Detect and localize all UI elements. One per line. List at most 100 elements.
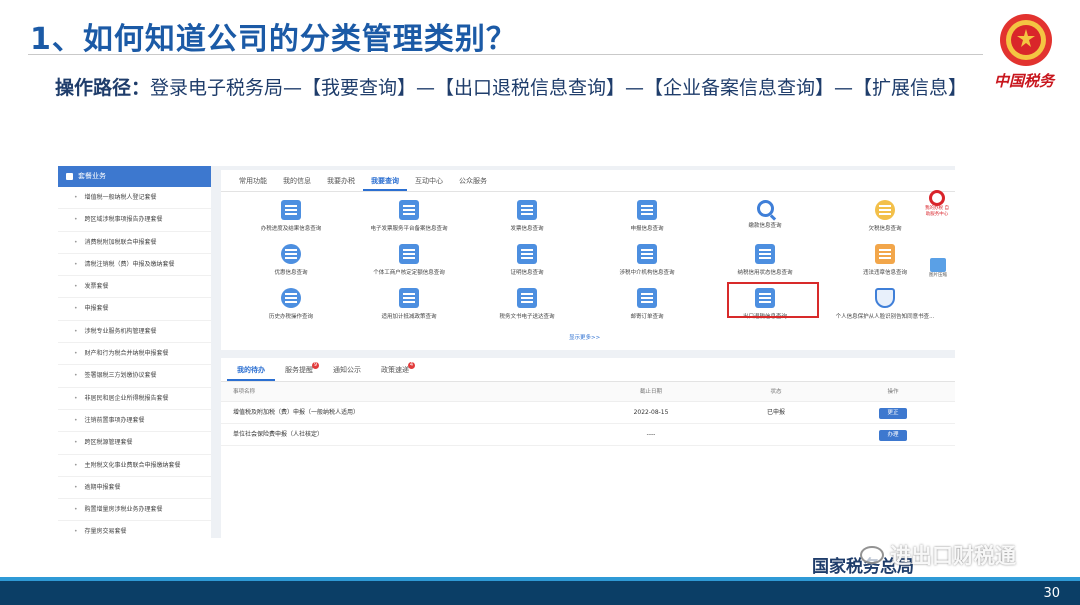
query-item[interactable]: 申报信息查询 xyxy=(587,200,707,240)
sidebar-item[interactable]: 涉税专业服务机构管理套餐 xyxy=(58,321,211,344)
query-item[interactable]: 电子发票服务平台备案信息查询 xyxy=(349,200,469,240)
table-row: 单位社会保险费申报（人社核定） ---- 办理 xyxy=(221,424,955,446)
query-item[interactable]: 发票信息查询 xyxy=(467,200,587,240)
self-service-label: 我的办税 自助服务中心 xyxy=(925,206,949,217)
sidebar-item[interactable]: 非居民和居企业所得税报告套餐 xyxy=(58,388,211,410)
query-item[interactable]: 优惠信息查询 xyxy=(231,244,351,284)
query-item-label: 适用加计抵减政策查询 xyxy=(381,314,437,320)
history-icon xyxy=(281,288,301,308)
query-item-label: 个人信息保护从人脸识别告知同意书查... xyxy=(835,314,935,320)
wechat-icon xyxy=(860,546,884,564)
sidebar-item[interactable]: 跨区域涉税事项报告办理套餐 xyxy=(58,209,211,232)
notification-badge: 4 xyxy=(408,362,415,369)
todo-tab-label: 我的待办 xyxy=(237,366,265,374)
query-item[interactable]: 证明信息查询 xyxy=(467,244,587,284)
col-name: 事项名称 xyxy=(233,389,256,395)
todo-tab[interactable]: 政策速递 4 xyxy=(371,358,419,381)
query-panel: 常用功能 我的信息 我要办税 我要查询 互动中心 公众服务 办税进度及结果信息查询 电子发票… xyxy=(221,170,955,350)
search-icon xyxy=(756,200,774,217)
query-item-label: 优惠信息查询 xyxy=(274,270,308,276)
operation-path: 操作路径：登录电子税务局—【我要查询】—【出口退税信息查询】—【企业备案信息查询… xyxy=(55,68,990,108)
query-item-label: 税务文书电子送达查询 xyxy=(499,314,555,320)
sidebar-item[interactable]: 消费税附加税联合申报套餐 xyxy=(58,232,211,254)
declare-icon xyxy=(637,200,657,220)
todo-tab[interactable]: 通知公示 xyxy=(323,358,371,381)
query-item[interactable]: 办税进度及结果信息查询 xyxy=(231,200,351,240)
sidebar-item[interactable]: 财产和行为税合并纳税申报套餐 xyxy=(58,343,211,366)
query-item[interactable]: 个体工商户核定定额信息查询 xyxy=(349,244,469,284)
query-item[interactable]: 历史办税操作查询 xyxy=(231,288,351,328)
violation-icon xyxy=(875,244,895,264)
todo-tab-label: 服务提醒 xyxy=(285,366,313,374)
self-service-logo[interactable]: 我的办税 自助服务中心 xyxy=(925,190,949,218)
sidebar-item[interactable]: 清税注销税（费）申报及缴纳套餐 xyxy=(58,254,211,277)
tab-item[interactable]: 常用功能 xyxy=(231,170,275,191)
sidebar-item[interactable]: 主附税文化事业费联合申报缴纳套餐 xyxy=(58,455,211,477)
sidebar-header[interactable]: 套餐业务 xyxy=(58,166,211,187)
main-content: 常用功能 我的信息 我要办税 我要查询 互动中心 公众服务 办税进度及结果信息查询 电子发票… xyxy=(221,170,955,538)
sidebar-item[interactable]: 发票套餐 xyxy=(58,276,211,299)
todo-tab-label: 政策速递 xyxy=(381,366,409,374)
policy-icon xyxy=(399,288,419,308)
image-compress-tool[interactable]: 图片压缩 xyxy=(927,258,949,278)
document-icon xyxy=(517,288,537,308)
tab-query-active[interactable]: 我要查询 xyxy=(363,170,407,191)
watermark-text: 进出口财税通 xyxy=(890,544,1016,568)
row-status: 已申报 xyxy=(766,409,785,416)
sidebar-item[interactable]: 购置增量房涉税业务办理套餐 xyxy=(58,499,211,522)
slide-title: 1、如何知道公司的分类管理类别？ xyxy=(30,22,517,57)
sidebar-item[interactable]: 逾期申报套餐 xyxy=(58,477,211,500)
image-compress-label: 图片压缩 xyxy=(929,273,947,278)
path-steps: 登录电子税务局—【我要查询】—【出口退税信息查询】—【企业备案信息查询】—【扩展… xyxy=(150,77,968,99)
sidebar-item[interactable]: 存量房交易套餐 xyxy=(58,521,211,538)
sidebar-item[interactable]: 跨区税源管理套餐 xyxy=(58,432,211,455)
col-action: 操作 xyxy=(887,389,899,395)
todo-tab[interactable]: 服务提醒 9 xyxy=(275,358,323,381)
credit-icon xyxy=(755,244,775,264)
invoice-search-icon xyxy=(517,200,537,220)
notification-badge: 9 xyxy=(312,362,319,369)
invoice-icon xyxy=(399,200,419,220)
quota-icon xyxy=(399,244,419,264)
col-deadline: 截止日期 xyxy=(639,389,662,395)
todo-panel: 我的待办 服务提醒 9 通知公示 政策速递 4 事项名称 截止日期 状态 操作 增值税及附… xyxy=(221,358,955,538)
progress-icon xyxy=(281,200,301,220)
tab-item[interactable]: 互动中心 xyxy=(407,170,451,191)
self-service-icon xyxy=(929,190,945,206)
row-action-cell: 办理 xyxy=(831,424,955,445)
query-item[interactable]: 个人信息保护从人脸识别告知同意书查... xyxy=(825,288,945,328)
query-item[interactable]: 税务文书电子送达查询 xyxy=(467,288,587,328)
row-action-button[interactable]: 办理 xyxy=(879,430,907,441)
national-emblem-icon xyxy=(1000,14,1052,66)
sidebar-item[interactable]: 增值税一般纳税人登记套餐 xyxy=(58,187,211,210)
query-item-label: 申报信息查询 xyxy=(630,226,664,232)
top-tab-bar: 常用功能 我的信息 我要办税 我要查询 互动中心 公众服务 xyxy=(221,170,955,192)
sidebar-header-label: 套餐业务 xyxy=(78,172,106,180)
row-name: 增值税及附加税（费）申报（一般纳税人适用） xyxy=(233,409,360,416)
sidebar-item[interactable]: 注销前置事项办理套餐 xyxy=(58,410,211,433)
show-more-link[interactable]: 显示更多>> xyxy=(569,333,600,341)
query-item-label: 办税进度及结果信息查询 xyxy=(260,226,322,232)
agency-icon xyxy=(637,244,657,264)
sidebar-list: 增值税一般纳税人登记套餐跨区域涉税事项报告办理套餐消费税附加税联合申报套餐清税注… xyxy=(58,187,211,538)
image-icon xyxy=(930,258,946,272)
table-row: 增值税及附加税（费）申报（一般纳税人适用） 2022-08-15 已申报 更正 xyxy=(221,402,955,424)
tab-item[interactable]: 我要办税 xyxy=(319,170,363,191)
query-item[interactable]: 缴款信息查询 xyxy=(705,200,825,240)
query-item[interactable]: 涉税中介机构信息查询 xyxy=(587,244,707,284)
query-item[interactable]: 邮寄订单查询 xyxy=(587,288,707,328)
row-name: 单位社会保险费申报（人社核定） xyxy=(233,431,324,438)
tab-item[interactable]: 我的信息 xyxy=(275,170,319,191)
row-action-button[interactable]: 更正 xyxy=(879,408,907,419)
query-item-label: 纳税信用状态信息查询 xyxy=(737,270,793,276)
sidebar-item[interactable]: 申报套餐 xyxy=(58,298,211,321)
todo-tab[interactable]: 我的待办 xyxy=(227,358,275,381)
sidebar-item[interactable]: 签署银税三方划缴协议套餐 xyxy=(58,365,211,388)
tab-item[interactable]: 公众服务 xyxy=(451,170,495,191)
query-item[interactable]: 纳税信用状态信息查询 xyxy=(705,244,825,284)
page-number: 30 xyxy=(1043,586,1060,601)
query-item-label: 个体工商户核定定额信息查询 xyxy=(373,270,445,276)
col-status: 状态 xyxy=(770,389,782,395)
debt-icon xyxy=(875,200,895,220)
query-item[interactable]: 适用加计抵减政策查询 xyxy=(349,288,469,328)
